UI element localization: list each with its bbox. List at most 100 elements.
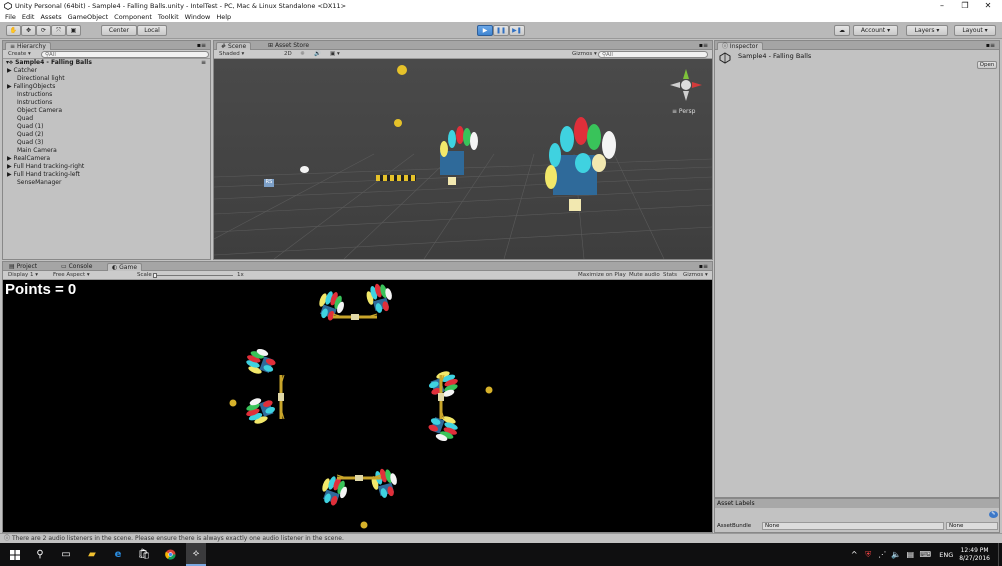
pivot-local-button[interactable]: Local (137, 25, 167, 36)
tab-asset-store[interactable]: ⊞ Asset Store (264, 42, 313, 50)
tab-game[interactable]: ◐ Game (107, 263, 143, 271)
task-view-icon[interactable]: ▭ (56, 543, 76, 566)
game-viewport[interactable]: Points = 0 (3, 280, 712, 532)
file-explorer-icon[interactable]: ▰ (82, 543, 102, 566)
network-icon[interactable]: ⋰ (875, 543, 889, 566)
notifications-icon[interactable]: ▤ (903, 543, 917, 566)
windows-start-icon[interactable] (0, 543, 30, 566)
scene-root-item[interactable]: ▾⟡ Sample4 - Falling Balls (6, 59, 92, 67)
list-item[interactable]: Instructions (17, 99, 52, 107)
layers-dropdown[interactable]: Layers ▾ (906, 25, 948, 36)
hand-tool-icon[interactable]: ✋ (6, 25, 21, 36)
layout-dropdown[interactable]: Layout ▾ (954, 25, 996, 36)
list-item[interactable]: ▶ FallingObjects (7, 83, 55, 91)
scene-menu-icon[interactable]: ≡ (201, 59, 206, 66)
list-item[interactable]: ▶ Catcher (7, 67, 37, 75)
edge-icon[interactable]: e (108, 543, 128, 566)
language-indicator[interactable]: ENG (939, 551, 953, 559)
list-item[interactable]: SenseManager (17, 179, 61, 187)
2d-toggle[interactable]: 2D (282, 51, 294, 58)
lighting-toggle-icon[interactable]: ☼ (298, 51, 307, 58)
aspect-dropdown[interactable]: Free Aspect ▾ (51, 272, 92, 279)
list-item[interactable]: ▶ Full Hand tracking-right (7, 163, 84, 171)
list-item[interactable]: Directional light (17, 75, 65, 83)
variant-dropdown[interactable]: None (946, 522, 998, 530)
gizmos-game-dropdown[interactable]: Gizmos ▾ (681, 272, 710, 279)
volume-icon[interactable]: 🔈 (889, 543, 903, 566)
list-item[interactable]: Quad (2) (17, 131, 43, 139)
list-item[interactable]: Quad (3) (17, 139, 43, 147)
status-message[interactable]: There are 2 audio listeners in the scene… (12, 535, 344, 542)
antivirus-tray-icon[interactable]: ⛨ (861, 543, 875, 566)
menu-edit[interactable]: Edit (22, 13, 35, 21)
menu-window[interactable]: Window (185, 13, 211, 21)
shading-dropdown[interactable]: Shaded ▾ (217, 51, 277, 58)
tray-chevron-icon[interactable]: ^ (847, 543, 861, 566)
mute-audio-toggle[interactable]: Mute audio (627, 272, 662, 279)
tab-console[interactable]: ▭ Console (57, 263, 96, 271)
scene-viewport[interactable]: RS ≡ Persp (214, 59, 712, 259)
unity-taskbar-icon[interactable]: ⟡ (186, 543, 206, 566)
expand-arrow-icon[interactable]: ▶ (7, 155, 12, 162)
scene-search[interactable]: ⚲All (598, 51, 708, 58)
account-dropdown[interactable]: Account ▾ (853, 25, 898, 36)
chrome-icon[interactable] (160, 543, 180, 566)
audio-toggle-icon[interactable]: 🔊 (312, 51, 323, 58)
stats-toggle[interactable]: Stats (661, 272, 679, 279)
list-item[interactable]: Instructions (17, 91, 52, 99)
expand-arrow-icon[interactable]: ▶ (7, 83, 12, 90)
menu-gameobject[interactable]: GameObject (68, 13, 109, 21)
maximize-on-play-toggle[interactable]: Maximize on Play (576, 272, 628, 279)
minimize-button[interactable]: – (930, 0, 954, 12)
list-item[interactable]: Main Camera (17, 147, 57, 155)
tab-inspector[interactable]: ⓘ Inspector (717, 42, 763, 50)
panel-menu-icon[interactable]: ▪≡ (699, 263, 708, 270)
create-dropdown[interactable]: Create ▾ (6, 51, 33, 58)
panel-menu-icon[interactable]: ▪≡ (197, 42, 206, 49)
cloud-icon[interactable]: ☁ (834, 25, 850, 36)
expand-arrow-icon[interactable]: ▶ (7, 67, 12, 74)
tab-project[interactable]: ▤ Project (5, 263, 41, 271)
step-button[interactable]: ▶❚ (509, 25, 525, 36)
display-dropdown[interactable]: Display 1 ▾ (6, 272, 40, 279)
pivot-center-button[interactable]: Center (101, 25, 137, 36)
tab-hierarchy[interactable]: ≡ Hierarchy (5, 42, 51, 50)
rotate-tool-icon[interactable]: ⟳ (36, 25, 51, 36)
assetbundle-dropdown[interactable]: None (762, 522, 944, 530)
scene-orientation-gizmo[interactable] (666, 65, 706, 105)
persp-label[interactable]: ≡ Persp (672, 108, 695, 115)
scale-tool-icon[interactable]: ⤧ (51, 25, 66, 36)
tab-scene[interactable]: # Scene (216, 42, 252, 50)
move-tool-icon[interactable]: ✥ (21, 25, 36, 36)
list-item[interactable]: Quad (17, 115, 33, 123)
list-item[interactable]: ▶ Full Hand tracking-left (7, 171, 80, 179)
maximize-button[interactable]: ❐ (953, 0, 977, 12)
panel-menu-icon[interactable]: ▪≡ (986, 42, 995, 49)
panel-menu-icon[interactable]: ▪≡ (699, 42, 708, 49)
scale-slider-track[interactable] (155, 275, 233, 276)
hierarchy-search[interactable]: ⚲All (41, 51, 209, 58)
store-icon[interactable]: 🛍 (134, 543, 154, 566)
clock[interactable]: 12:49 PM 8/27/2016 (959, 547, 990, 563)
menu-help[interactable]: Help (216, 13, 231, 21)
rect-tool-icon[interactable]: ▣ (66, 25, 81, 36)
open-button[interactable]: Open (977, 61, 997, 69)
show-desktop-button[interactable] (998, 543, 1002, 566)
play-button[interactable]: ▶ (477, 25, 493, 36)
scale-slider-handle[interactable] (153, 273, 157, 278)
menu-assets[interactable]: Assets (40, 13, 61, 21)
menu-component[interactable]: Component (114, 13, 152, 21)
menu-toolkit[interactable]: Toolkit (158, 13, 179, 21)
search-icon[interactable]: ⚲ (30, 543, 50, 566)
list-item[interactable]: ▶ RealCamera (7, 155, 50, 163)
close-button[interactable]: ✕ (976, 0, 1000, 12)
tag-icon[interactable]: ✎ (989, 511, 998, 518)
effects-toggle-icon[interactable]: ▣ ▾ (328, 51, 342, 58)
expand-arrow-icon[interactable]: ▶ (7, 171, 12, 178)
list-item[interactable]: Quad (1) (17, 123, 43, 131)
menu-file[interactable]: File (5, 13, 16, 21)
gizmos-dropdown[interactable]: Gizmos ▾ (570, 51, 599, 58)
expand-arrow-icon[interactable]: ▶ (7, 163, 12, 170)
keyboard-icon[interactable]: ⌨ (917, 543, 933, 566)
list-item[interactable]: Object Camera (17, 107, 62, 115)
